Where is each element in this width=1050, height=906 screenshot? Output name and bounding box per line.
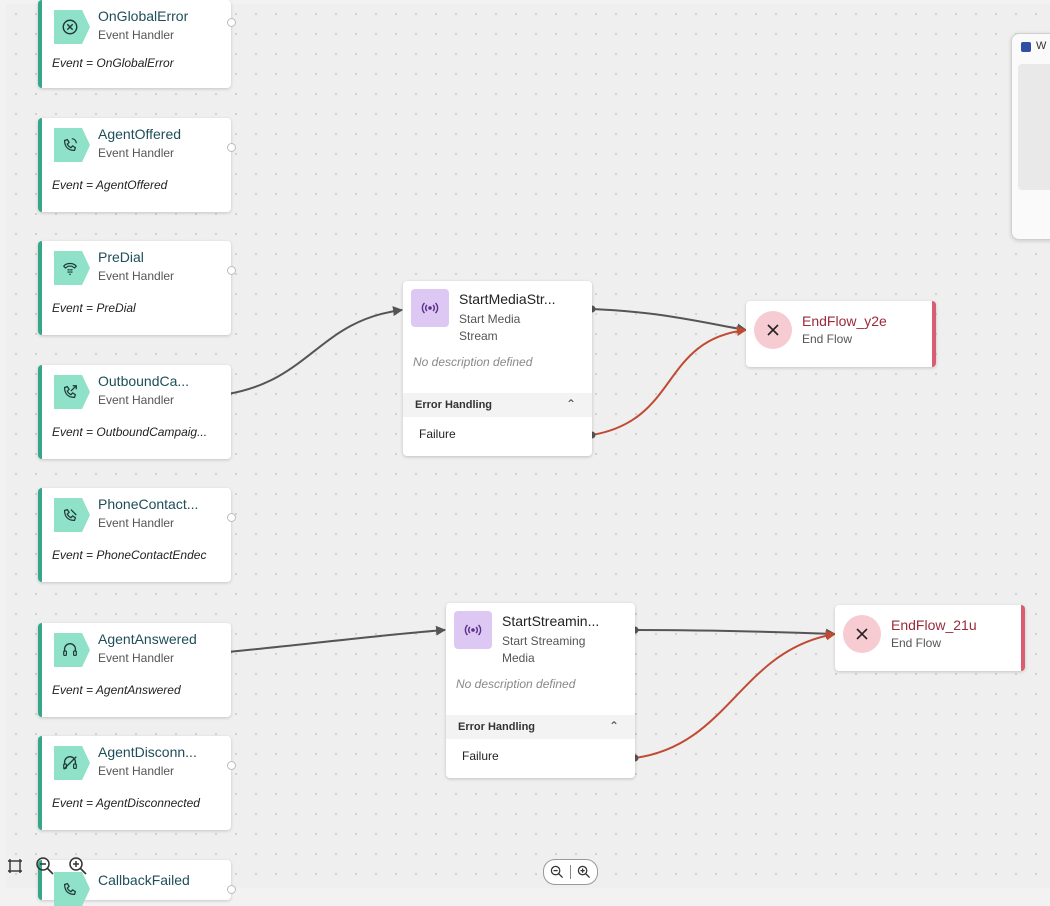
endflow-node-21u[interactable]: EndFlow_21u End Flow	[835, 605, 1025, 671]
handler-subtitle: Event Handler	[98, 393, 175, 407]
event-handler-predial[interactable]: PreDial Event Handler Event = PreDial	[38, 241, 236, 335]
zoom-in-icon[interactable]	[66, 854, 90, 878]
action-subtitle: Start Media Stream	[459, 311, 520, 345]
action-title: StartMediaStr...	[459, 291, 556, 307]
handler-title: AgentAnswered	[98, 631, 197, 647]
handler-subtitle: Event Handler	[98, 764, 175, 778]
handler-title: OutboundCa...	[98, 373, 190, 389]
handler-title: PreDial	[98, 249, 144, 265]
endflow-title: EndFlow_21u	[891, 617, 977, 633]
action-start-media-stream[interactable]: StartMediaStr... Start Media Stream No d…	[403, 281, 592, 456]
action-subtitle-line: Stream	[459, 329, 498, 343]
event-handler-agentanswered[interactable]: AgentAnswered Event Handler Event = Agen…	[38, 623, 231, 717]
event-handler-onglobalerror[interactable]: OnGlobalError Event Handler Event = OnGl…	[38, 0, 236, 88]
handler-subtitle: Event Handler	[98, 269, 175, 283]
endflow-title: EndFlow_y2e	[802, 313, 887, 329]
output-port[interactable]	[227, 266, 236, 275]
handler-title: CallbackFailed	[98, 872, 190, 888]
phone-outgoing-icon	[54, 375, 90, 409]
handler-subtitle: Event Handler	[98, 146, 175, 160]
event-handler-phonecontactended[interactable]: PhoneContact... Event Handler Event = Ph…	[38, 488, 236, 582]
divider	[570, 865, 571, 879]
action-subtitle-line: Start Media	[459, 312, 521, 326]
error-handling-header[interactable]: Error Handling ⌃	[403, 393, 592, 417]
error-handling-label: Error Handling	[415, 399, 493, 411]
handler-event: Event = PreDial	[52, 301, 136, 315]
broadcast-icon	[454, 611, 492, 649]
action-description: No description defined	[456, 677, 576, 691]
error-circle-icon	[54, 10, 90, 44]
handler-event: Event = AgentDisconnected	[52, 796, 200, 810]
handler-event: Event = AgentAnswered	[52, 683, 181, 697]
output-port[interactable]	[227, 18, 236, 27]
error-handling-label: Error Handling	[458, 721, 536, 733]
error-handling-header[interactable]: Error Handling ⌃	[446, 715, 635, 739]
event-handler-agentdisconnected[interactable]: AgentDisconn... Event Handler Event = Ag…	[38, 736, 236, 830]
failure-label: Failure	[462, 749, 499, 763]
handler-event: Event = AgentOffered	[52, 178, 168, 192]
close-icon	[843, 615, 881, 653]
endflow-node-y2e[interactable]: EndFlow_y2e End Flow	[746, 301, 936, 367]
dialpad-phone-icon	[54, 251, 90, 285]
chevron-up-icon[interactable]: ⌃	[609, 719, 619, 733]
zoom-out-icon[interactable]	[548, 863, 566, 881]
side-panel[interactable]: W	[1011, 33, 1050, 240]
handler-subtitle: Event Handler	[98, 28, 175, 42]
handler-title: AgentOffered	[98, 126, 182, 142]
action-subtitle: Start Streaming Media	[502, 633, 585, 667]
side-panel-title: W	[1036, 40, 1047, 52]
endflow-subtitle: End Flow	[891, 636, 942, 650]
event-handler-agentoffered[interactable]: AgentOffered Event Handler Event = Agent…	[38, 118, 236, 212]
event-handler-outboundcampaign[interactable]: OutboundCa... Event Handler Event = Outb…	[38, 365, 231, 459]
handler-event: Event = OnGlobalError	[52, 56, 174, 70]
broadcast-icon	[411, 289, 449, 327]
handler-subtitle: Event Handler	[98, 651, 175, 665]
handler-title: PhoneContact...	[98, 496, 199, 512]
side-panel-content	[1018, 64, 1050, 190]
close-icon	[754, 311, 792, 349]
handler-subtitle: Event Handler	[98, 516, 175, 530]
headset-icon	[54, 633, 90, 667]
action-subtitle-line: Media	[502, 651, 535, 665]
phone-ended-icon	[54, 498, 90, 532]
action-subtitle-line: Start Streaming	[502, 634, 586, 648]
endflow-subtitle: End Flow	[802, 332, 853, 346]
action-description: No description defined	[413, 355, 533, 369]
fit-to-screen-icon[interactable]	[3, 854, 27, 878]
handler-title: OnGlobalError	[98, 8, 189, 24]
app-logo-icon	[1021, 42, 1031, 52]
zoom-in-icon[interactable]	[575, 863, 593, 881]
action-title: StartStreamin...	[502, 613, 600, 629]
phone-ringing-icon	[54, 128, 90, 162]
chevron-up-icon[interactable]: ⌃	[566, 397, 576, 411]
zoom-controls	[543, 859, 598, 885]
failure-label: Failure	[419, 427, 456, 441]
handler-event: Event = PhoneContactEndec	[52, 548, 207, 562]
action-start-streaming-media[interactable]: StartStreamin... Start Streaming Media N…	[446, 603, 635, 778]
zoom-out-icon[interactable]	[33, 854, 57, 878]
handler-title: AgentDisconn...	[98, 744, 197, 760]
headset-off-icon	[54, 746, 90, 780]
output-port[interactable]	[227, 761, 236, 770]
handler-event: Event = OutboundCampaig...	[52, 425, 208, 439]
output-port[interactable]	[227, 513, 236, 522]
output-port[interactable]	[227, 143, 236, 152]
